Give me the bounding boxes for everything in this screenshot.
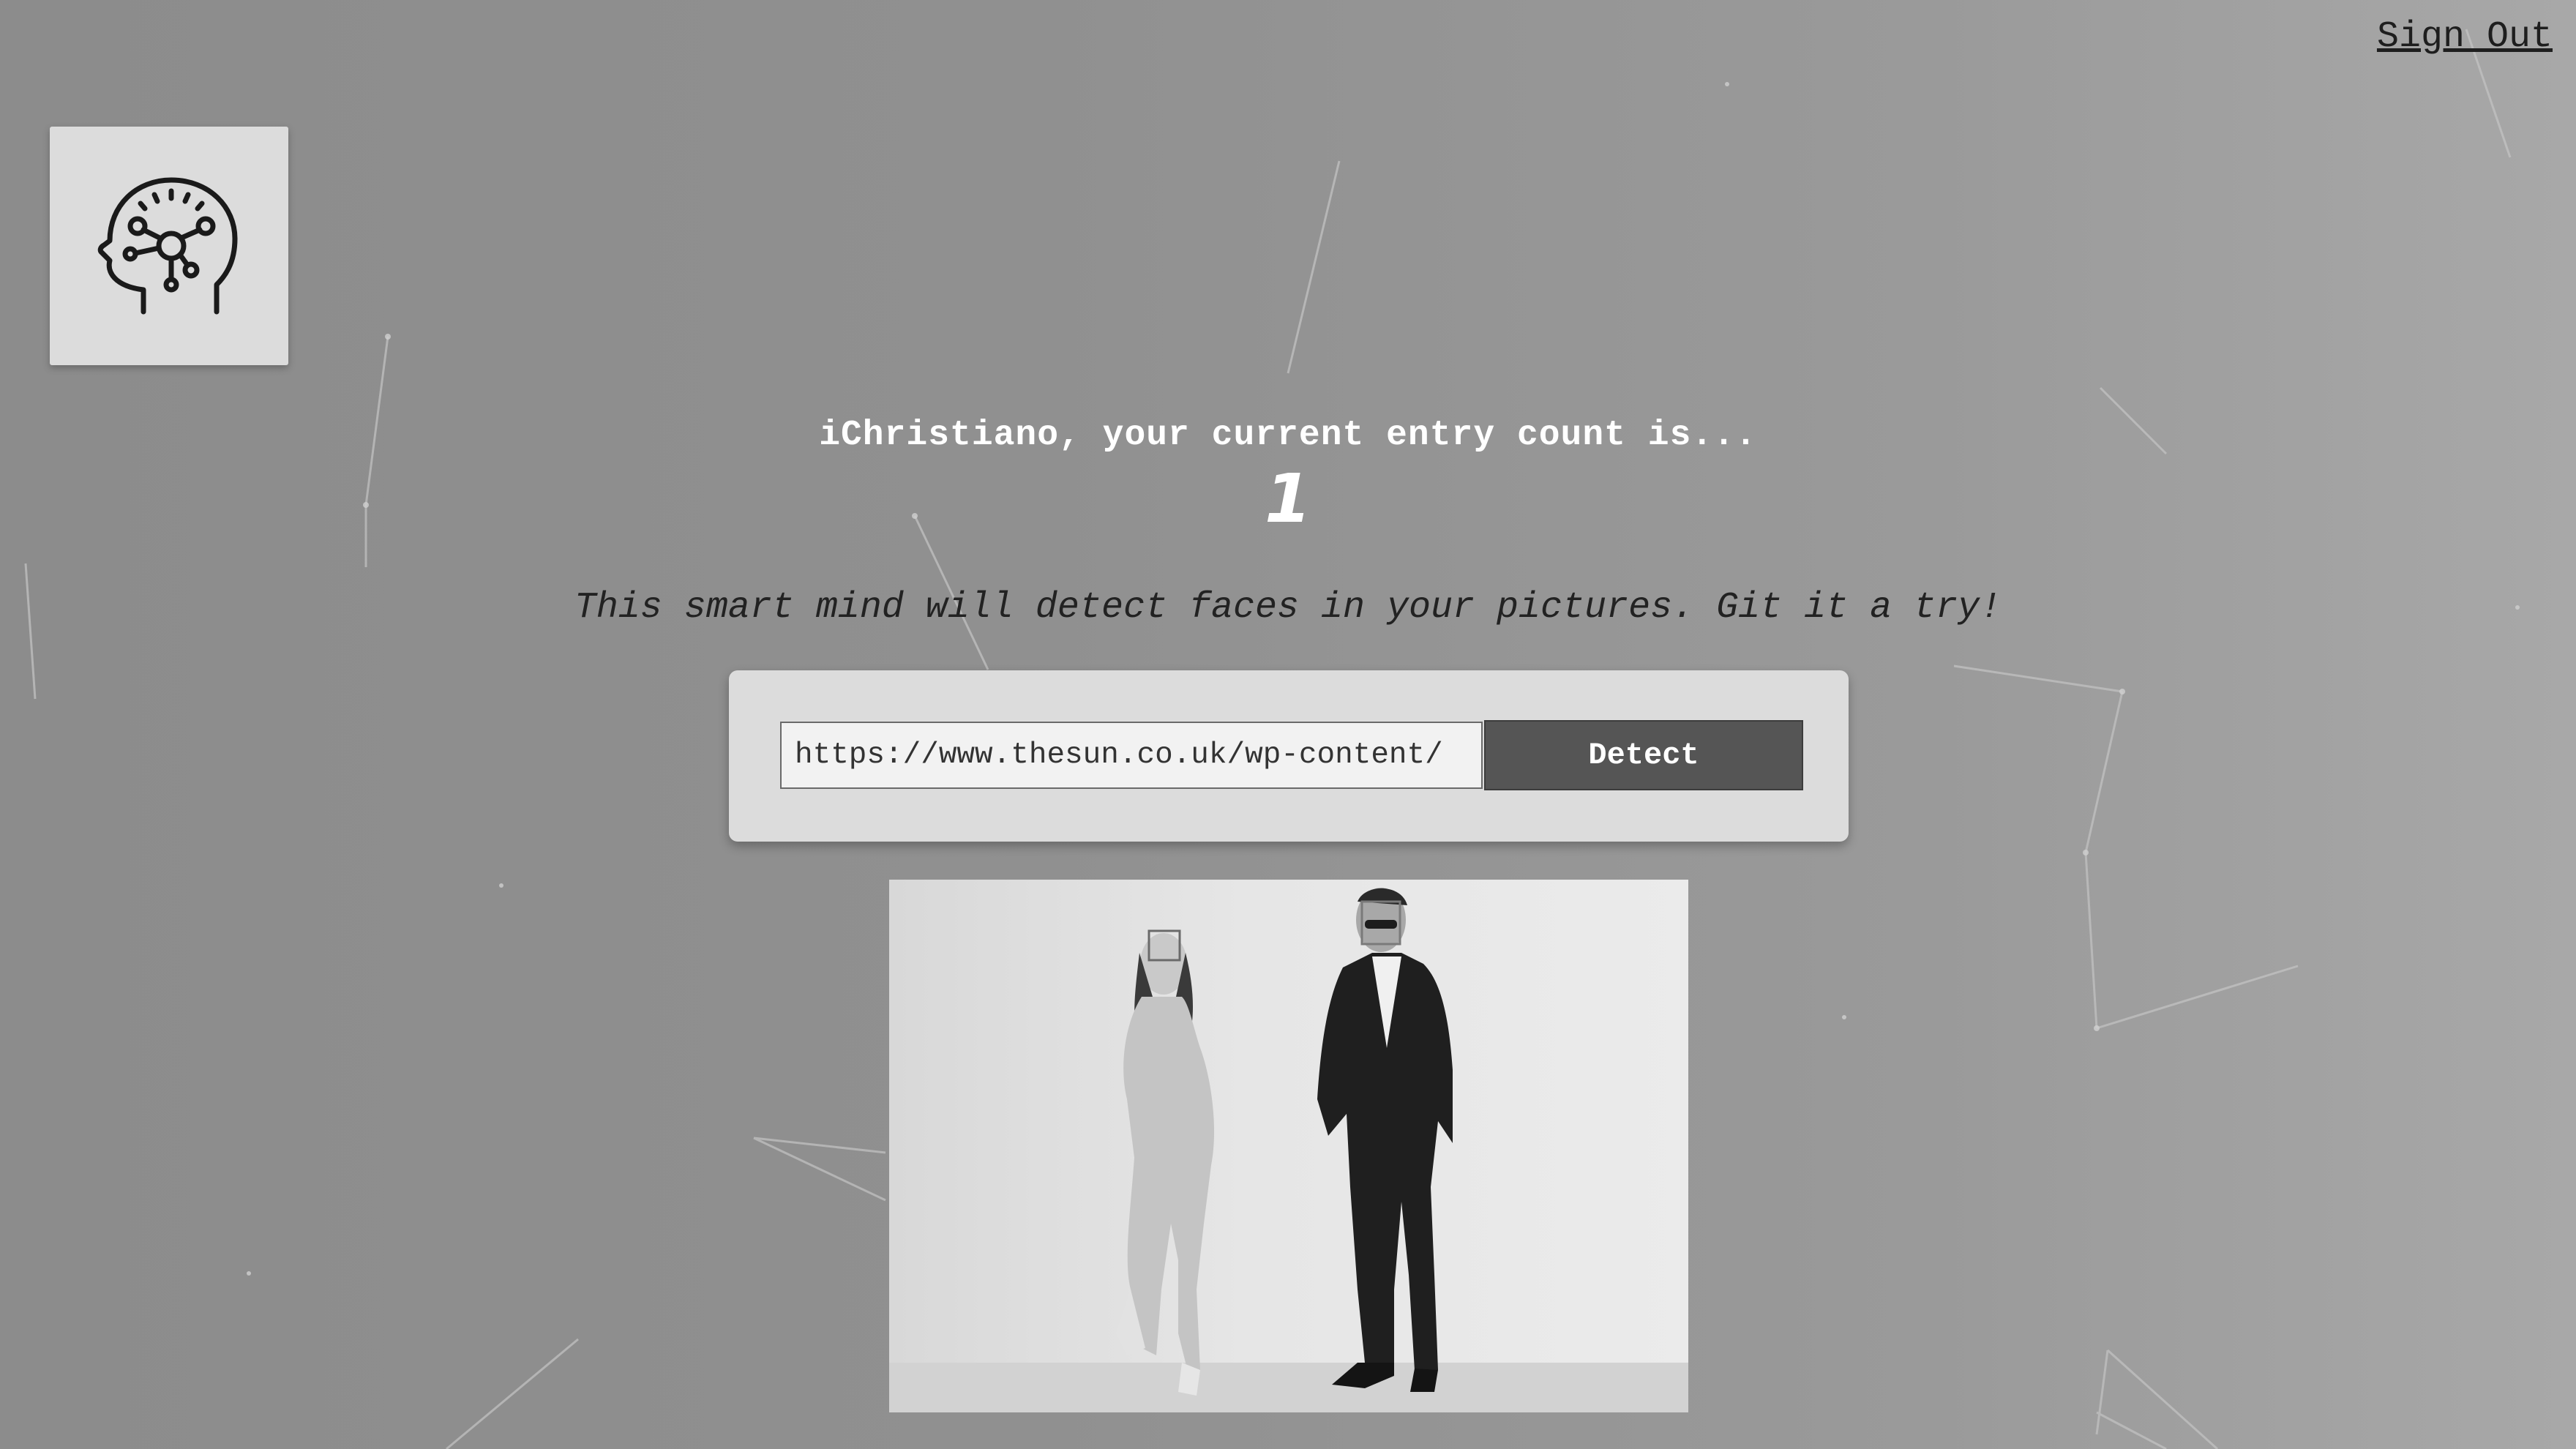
app-logo[interactable] [50, 127, 288, 365]
photo-two-people-with-face-boxes [889, 888, 1688, 1412]
entry-count: 1 [1264, 460, 1311, 538]
sign-out-link[interactable]: Sign Out [2377, 16, 2553, 58]
image-url-input[interactable] [780, 722, 1483, 789]
detect-button[interactable]: Detect [1484, 720, 1803, 790]
brain-network-head-icon [97, 177, 238, 315]
greeting-text: iChristiano, your current entry count is… [819, 416, 1757, 455]
person-left [1116, 929, 1215, 1396]
person-right [1317, 888, 1453, 1392]
tagline-text: This smart mind will detect faces in you… [574, 587, 2002, 629]
result-image [889, 880, 1688, 1412]
image-url-form: Detect [729, 670, 1849, 842]
